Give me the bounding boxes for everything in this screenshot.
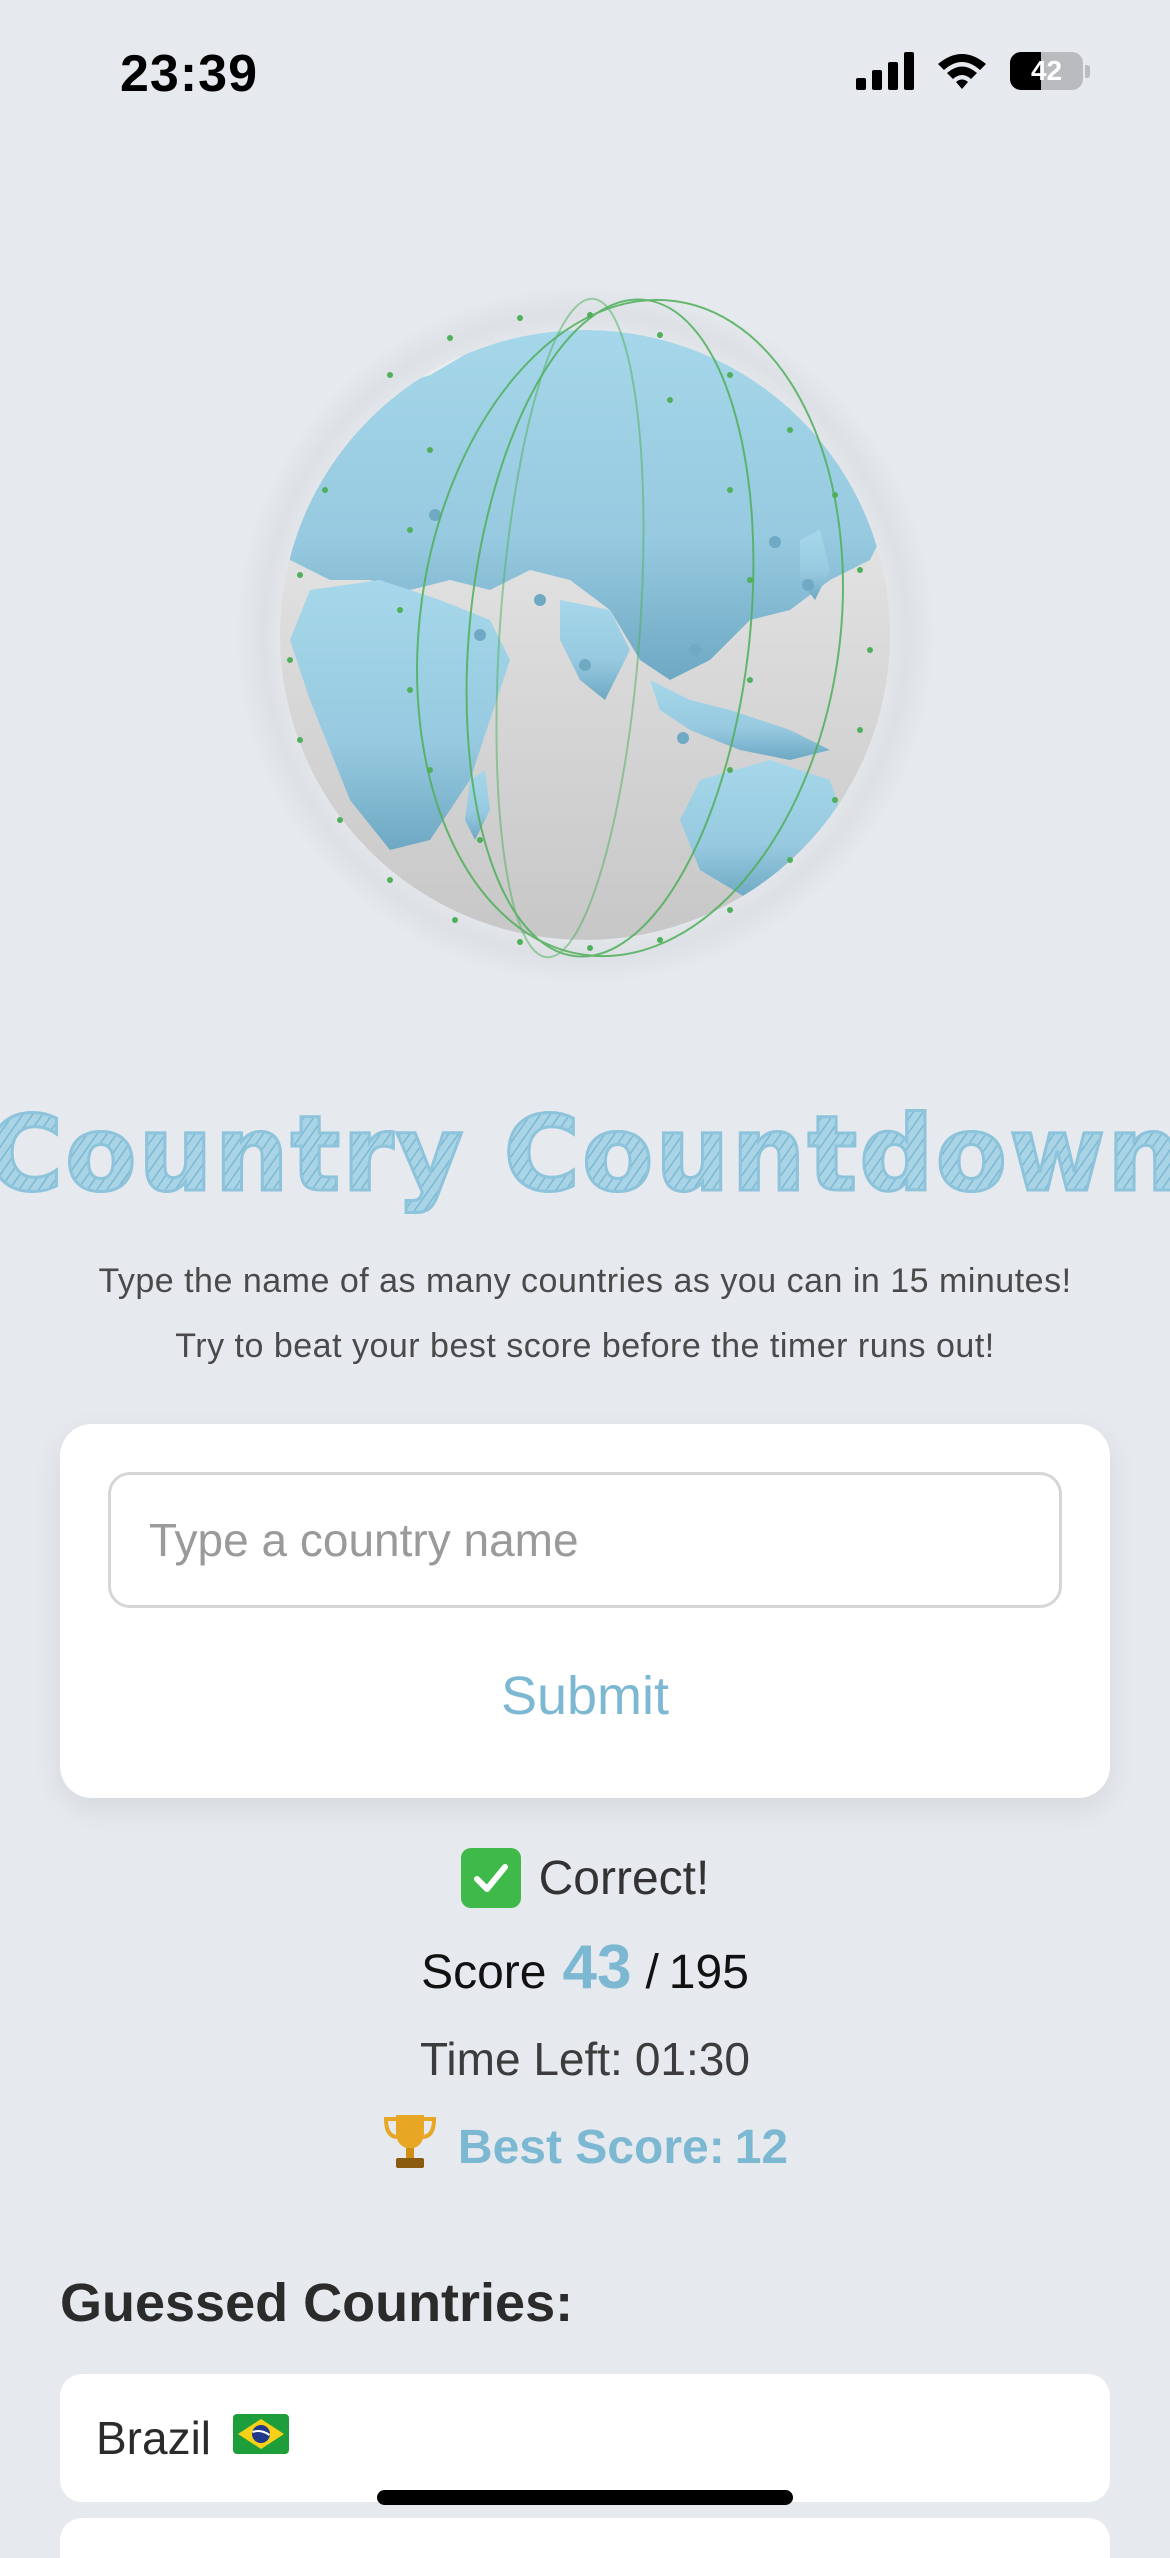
app-title-art: Country Countdown [0,1092,1170,1217]
battery-icon: 42 [1010,52,1090,90]
score-line: Score 43 / 195 [0,1932,1170,2003]
brazil-flag-icon [233,2411,290,2465]
guessed-countries-heading: Guessed Countries: [60,2273,574,2333]
globe-illustration [230,280,940,990]
subtitle-line-2: Try to beat your best score before the t… [175,1327,995,1365]
feedback-message: Correct! [0,1845,1170,1911]
check-mark-icon [460,1848,521,1908]
guessed-country-item-next [60,2518,1110,2558]
country-input[interactable] [108,1472,1062,1608]
time-left-value: 01:30 [634,2033,750,2085]
app-title: Country Countdown [0,1090,1170,1245]
best-score: Best Score: 12 [0,2112,1170,2182]
time-left: Time Left: 01:30 [0,2032,1170,2086]
guessed-country-item: Brazil [60,2374,1110,2502]
battery-level: 42 [1030,55,1063,86]
feedback-text: Correct! [538,1851,710,1905]
score-total: 195 [668,1946,749,1999]
status-bar: 23:39 42 [0,0,1170,150]
wifi-icon [938,54,986,89]
time-left-label: Time Left: [420,2033,623,2085]
trophy-icon [382,2111,438,2183]
submit-button[interactable]: Submit [60,1646,1110,1746]
best-score-label: Best Score: [457,2120,725,2174]
status-time: 23:39 [120,45,258,103]
status-icons: 42 [856,52,1090,90]
score-label: Score [421,1946,547,1999]
guessed-country-name: Brazil [96,2412,212,2464]
home-indicator[interactable] [377,2490,793,2505]
app-title-text: Country Countdown [0,1093,1170,1215]
subtitle-line-1: Type the name of as many countries as yo… [98,1262,1072,1300]
best-score-value: 12 [734,2120,789,2174]
score-value: 43 [562,1933,632,2002]
cellular-signal-icon [856,52,914,90]
input-card: Submit [60,1424,1110,1798]
score-separator: / [645,1946,659,1999]
